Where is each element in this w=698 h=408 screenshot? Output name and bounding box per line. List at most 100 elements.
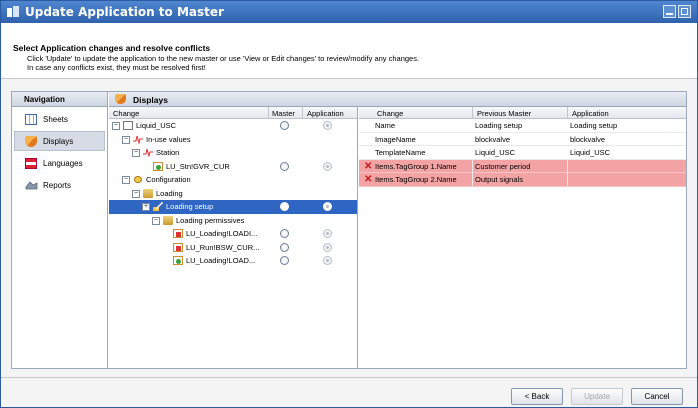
application-radio: [323, 242, 332, 252]
nav-item-languages[interactable]: Languages: [14, 153, 105, 173]
tree-row-configuration[interactable]: − Configuration: [109, 173, 357, 187]
folder-icon: [143, 188, 153, 198]
previous-master-value: Customer period: [475, 161, 531, 171]
tree-label: Station: [156, 148, 180, 157]
navigation-header: Navigation: [12, 92, 107, 107]
column-separator[interactable]: [472, 107, 473, 119]
back-button[interactable]: < Back: [511, 388, 563, 405]
tree-label: In-use values: [146, 134, 191, 144]
cell-divider: [472, 159, 473, 173]
displays-header: Displays: [109, 92, 686, 107]
trend-icon: [133, 135, 143, 144]
tree-row-loading-setup[interactable]: + Loading setup: [109, 200, 357, 214]
application-value: blockvalve: [570, 134, 606, 144]
tree-row-station[interactable]: − Station: [109, 146, 357, 160]
master-radio[interactable]: [280, 256, 289, 265]
gear-icon: [133, 175, 143, 184]
column-separator[interactable]: [268, 107, 269, 119]
change-name: Name: [375, 121, 396, 130]
tree-label: Liquid_USC: [136, 121, 177, 130]
tree-label: Configuration: [146, 175, 191, 184]
conflict-row[interactable]: ✕ Items.TagGroup 2.Name Output signals: [359, 173, 686, 187]
languages-icon: [25, 158, 37, 169]
column-previous-master[interactable]: Previous Master: [477, 109, 531, 118]
maximize-icon: [681, 8, 688, 15]
title-bar: Update Application to Master: [1, 1, 697, 23]
cancel-button[interactable]: Cancel: [631, 388, 683, 405]
tree-row-in-use-values[interactable]: − In-use values: [109, 133, 357, 147]
column-separator[interactable]: [567, 107, 568, 119]
content-panel: Navigation Sheets Displays Languages Rep…: [11, 91, 687, 369]
application-radio: [323, 256, 332, 265]
application-value: Liquid_USC: [570, 148, 611, 157]
tree-row-lu-loading-1[interactable]: LU_Loading!LOADI...: [109, 227, 357, 241]
footer-divider: [1, 377, 697, 378]
change-name: ImageName: [375, 134, 416, 144]
variable-icon: [173, 256, 183, 265]
change-name: Items.TagGroup 2.Name: [375, 175, 457, 184]
collapse-toggle[interactable]: −: [122, 135, 130, 144]
pencil-icon: [153, 202, 163, 211]
nav-item-displays[interactable]: Displays: [14, 131, 105, 151]
conflict-x-icon: ✕: [364, 160, 373, 172]
reports-icon: [25, 181, 38, 190]
nav-item-sheets[interactable]: Sheets: [14, 109, 105, 129]
document-icon: [123, 121, 133, 130]
variable-icon: [173, 242, 183, 252]
nav-item-label: Displays: [43, 137, 74, 146]
tree-row-loading-permissives[interactable]: − Loading permissives: [109, 214, 357, 228]
header-warning: In case any conflicts exist, they must b…: [27, 63, 206, 72]
column-separator[interactable]: [302, 107, 303, 119]
collapse-toggle[interactable]: −: [122, 176, 130, 184]
collapse-toggle[interactable]: −: [152, 216, 160, 225]
tree-row-liquid-usc[interactable]: − Liquid_USC: [109, 119, 357, 133]
master-radio[interactable]: [280, 121, 289, 130]
collapse-toggle[interactable]: −: [132, 189, 140, 198]
column-application[interactable]: Application: [307, 109, 344, 118]
change-name: TemplateName: [375, 148, 426, 157]
previous-master-value: Loading setup: [475, 121, 523, 130]
wizard-header: Select Application changes and resolve c…: [1, 23, 697, 79]
nav-item-label: Reports: [43, 181, 72, 190]
column-change[interactable]: Change: [113, 109, 139, 118]
nav-item-label: Sheets: [43, 115, 68, 124]
tree-row-lu-stn[interactable]: LU_Stn!GVR_CUR: [109, 160, 357, 174]
tree-label: Loading permissives: [176, 215, 245, 225]
conflict-x-icon: ✕: [364, 174, 373, 185]
tree-label: LU_Loading!LOAD...: [186, 256, 256, 265]
master-radio[interactable]: [280, 229, 289, 238]
displays-icon: [25, 136, 37, 147]
expand-toggle[interactable]: +: [142, 203, 150, 211]
maximize-button[interactable]: [678, 5, 691, 18]
change-name: Items.TagGroup 1.Name: [375, 161, 457, 171]
previous-master-value: Output signals: [475, 175, 523, 184]
update-button: Update: [571, 388, 623, 405]
previous-master-value: blockvalve: [475, 134, 511, 144]
changes-grid: Change Previous Master Application Name …: [359, 107, 686, 368]
displays-title: Displays: [133, 95, 168, 105]
application-radio: [323, 202, 332, 211]
collapse-toggle[interactable]: −: [112, 122, 120, 130]
tree-row-loading[interactable]: − Loading: [109, 187, 357, 201]
changes-column-header: Change Previous Master Application: [359, 107, 686, 119]
cell-divider: [567, 173, 568, 186]
column-master[interactable]: Master: [272, 109, 295, 118]
change-row[interactable]: TemplateName Liquid_USC Liquid_USC: [359, 146, 686, 160]
conflict-row[interactable]: ✕ Items.TagGroup 1.Name Customer period: [359, 159, 686, 173]
collapse-toggle[interactable]: −: [132, 149, 140, 157]
tree-row-lu-run[interactable]: LU_Run!BSW_CUR...: [109, 241, 357, 255]
previous-master-value: Liquid_USC: [475, 148, 516, 157]
change-row[interactable]: Name Loading setup Loading setup: [359, 119, 686, 133]
master-radio[interactable]: [280, 242, 289, 252]
tree-label: LU_Run!BSW_CUR...: [186, 242, 260, 252]
master-radio[interactable]: [280, 202, 289, 211]
column-application[interactable]: Application: [572, 109, 609, 118]
tree-row-lu-loading-2[interactable]: LU_Loading!LOAD...: [109, 254, 357, 268]
change-row[interactable]: ImageName blockvalve blockvalve: [359, 133, 686, 146]
nav-item-reports[interactable]: Reports: [14, 175, 105, 195]
column-change[interactable]: Change: [377, 109, 403, 118]
minimize-button[interactable]: [663, 5, 676, 18]
master-radio[interactable]: [280, 161, 289, 171]
application-value: Loading setup: [570, 121, 618, 130]
displays-icon: [115, 94, 126, 104]
